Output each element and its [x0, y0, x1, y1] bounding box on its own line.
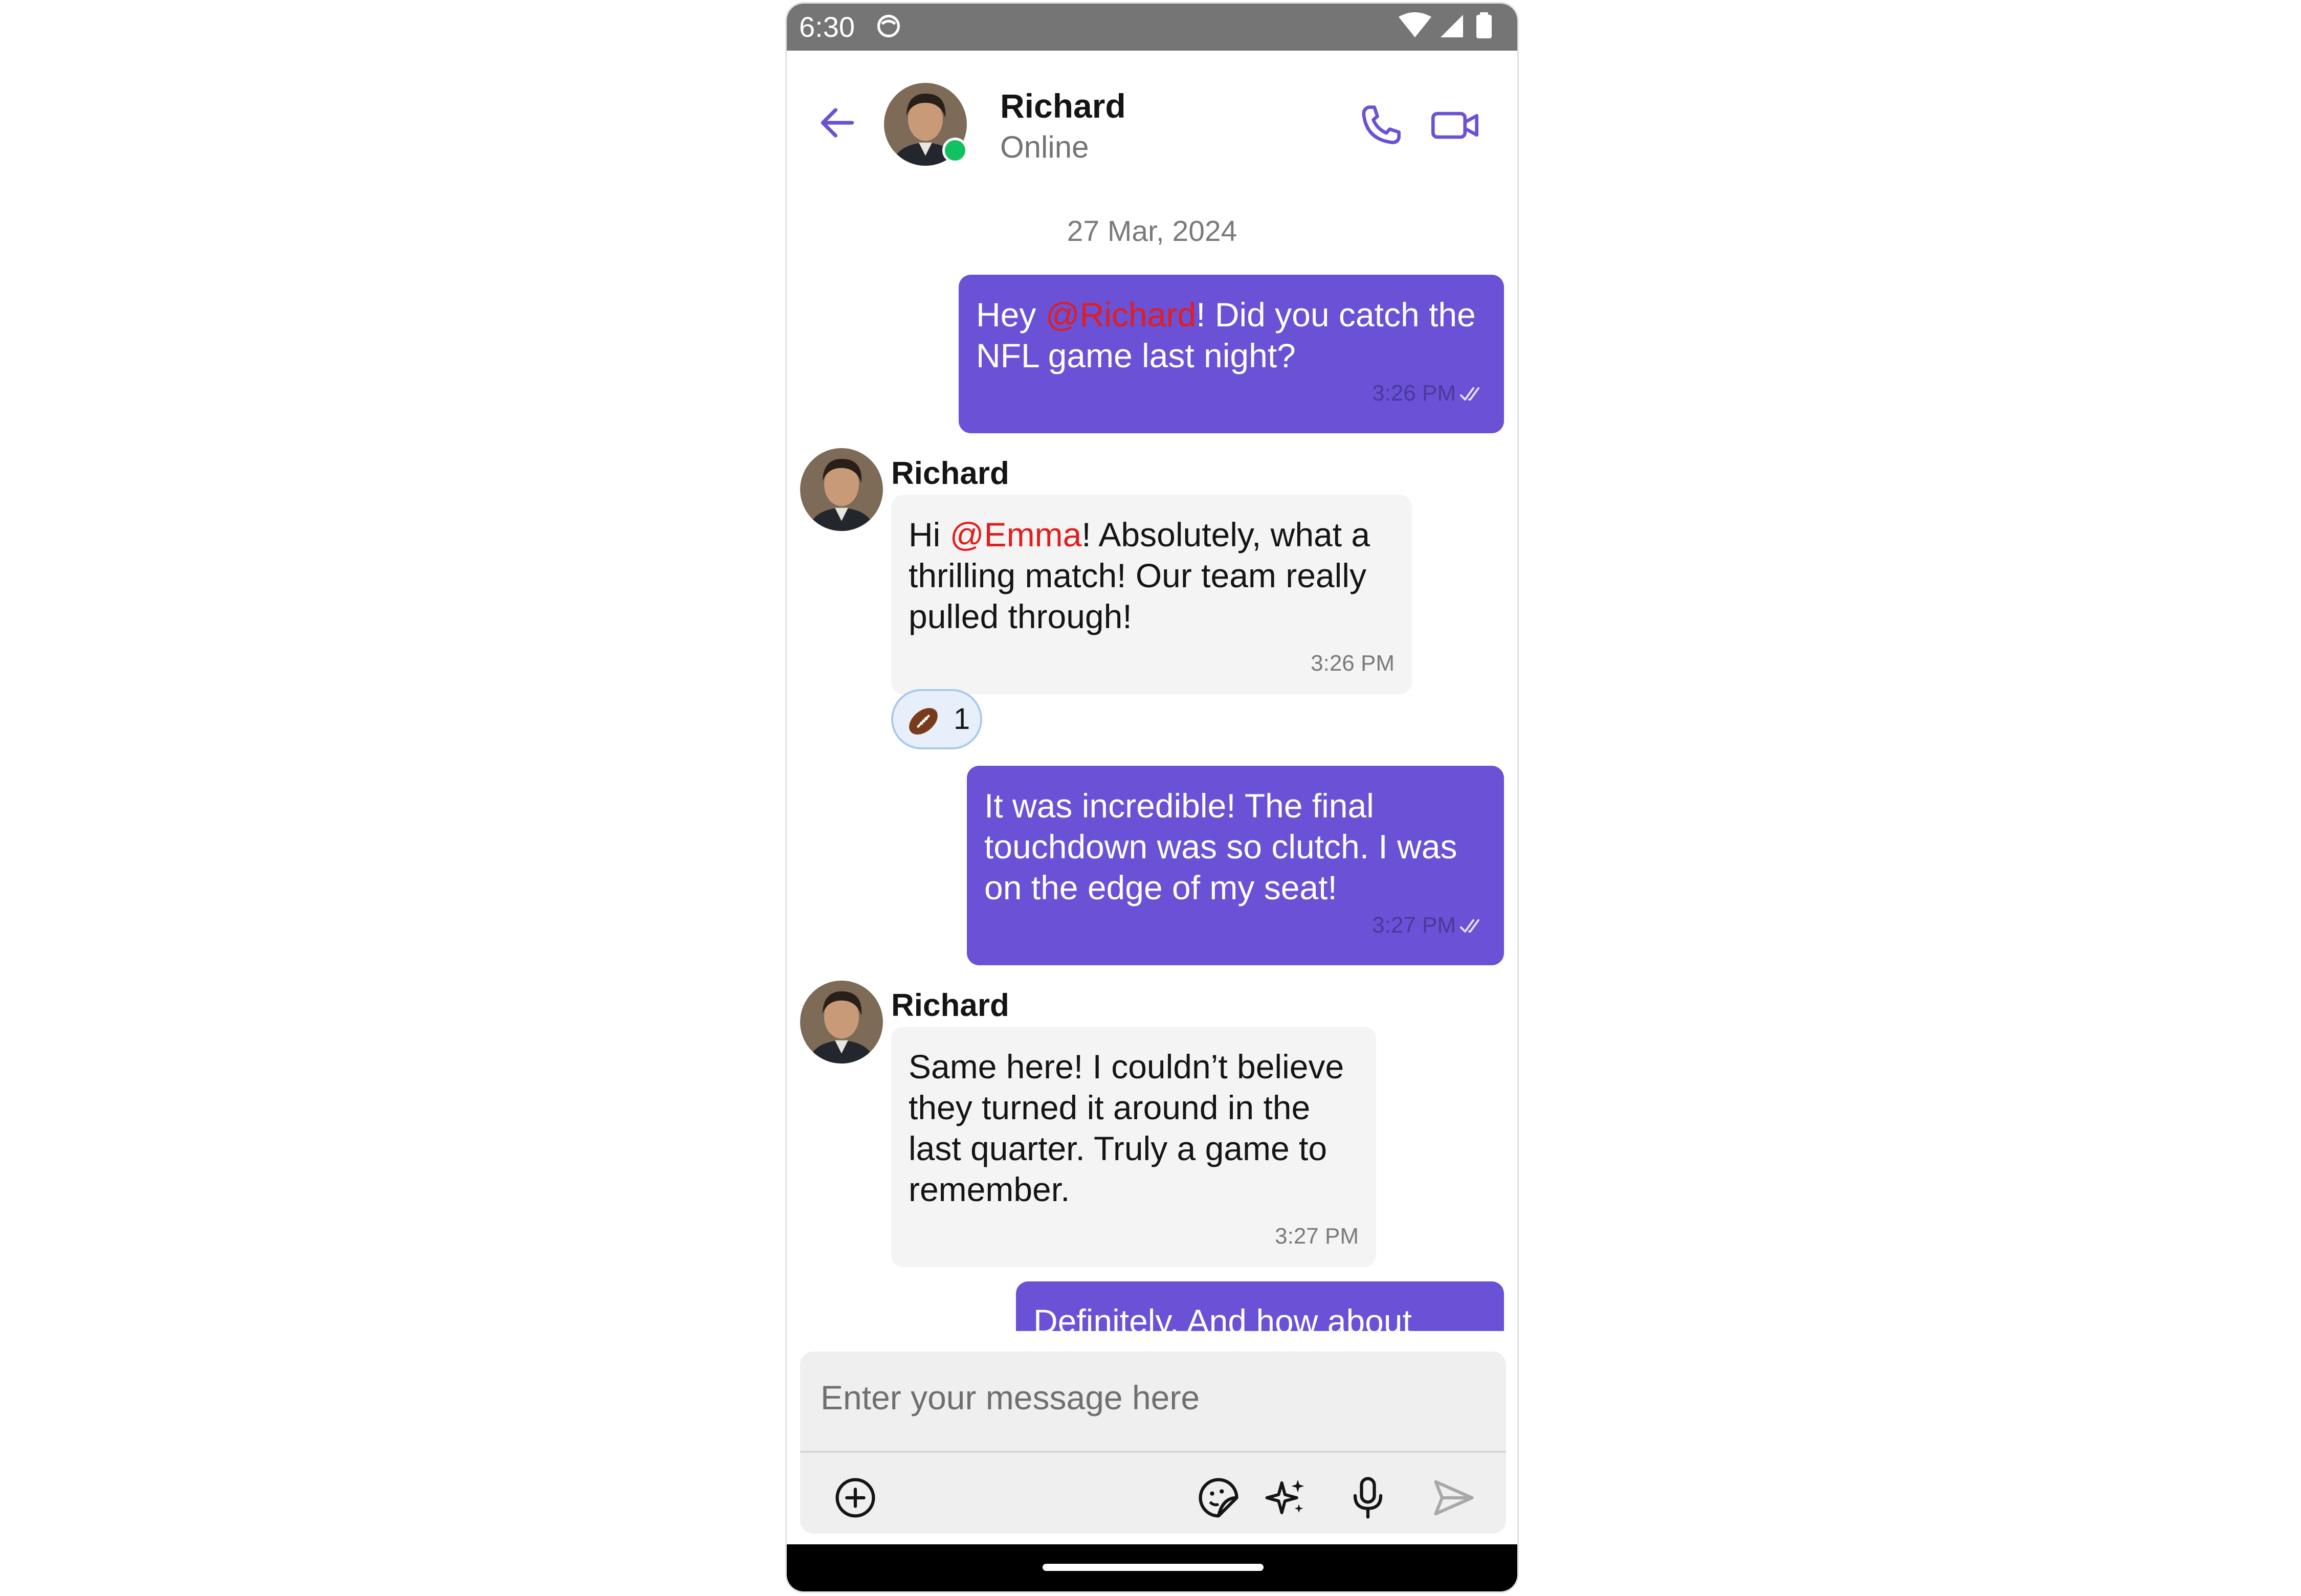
mention-link[interactable]: @Richard: [1046, 296, 1196, 334]
sender-name: Richard: [891, 456, 1009, 491]
american-football-icon: [905, 703, 941, 739]
plus-circle-icon: [835, 1478, 875, 1518]
sender-avatar[interactable]: [800, 981, 883, 1063]
signal-icon: [1441, 15, 1463, 37]
contact-presence: Online: [1000, 130, 1089, 164]
read-receipt-icon: [1460, 386, 1487, 403]
composer-divider: [800, 1451, 1506, 1453]
message-time: 3:27 PM: [1372, 913, 1456, 938]
phone-icon: [1362, 105, 1401, 144]
message-list[interactable]: 27 Mar, 2024 Hey @Richard! Did you catch…: [787, 198, 1517, 1331]
reaction-count: 1: [954, 702, 970, 736]
video-camera-icon: [1431, 112, 1479, 139]
outgoing-message-bubble[interactable]: Hey @Richard! Did you catch the NFL game…: [959, 275, 1504, 433]
sticker-button[interactable]: [1193, 1472, 1244, 1523]
sparkles-icon: [1265, 1479, 1304, 1515]
system-status-icons: [1397, 12, 1504, 40]
mention-link[interactable]: @Emma: [950, 516, 1082, 553]
message-time: 3:27 PM: [1275, 1224, 1359, 1249]
voice-call-button[interactable]: [1356, 100, 1407, 151]
status-bar: 6:30: [787, 4, 1517, 51]
read-receipt-icon: [1460, 918, 1487, 935]
message-composer: Enter your message here: [800, 1351, 1506, 1534]
online-status-indicator: [942, 138, 968, 163]
incoming-message-bubble[interactable]: Same here! I couldn’t believe they turne…: [891, 1027, 1376, 1267]
message-text: Hi @Emma! Absolutely, what a thrilling m…: [909, 516, 1370, 635]
back-button[interactable]: [815, 101, 859, 145]
date-separator: 27 Mar, 2024: [1067, 215, 1237, 248]
reaction-chip[interactable]: 1: [891, 689, 982, 749]
sender-avatar[interactable]: [800, 448, 883, 531]
message-input[interactable]: Enter your message here: [800, 1351, 1506, 1451]
sticker-icon: [1199, 1478, 1238, 1518]
outgoing-message-bubble[interactable]: Definitely. And how about: [1016, 1281, 1504, 1331]
message-text: Definitely. And how about: [1033, 1302, 1412, 1331]
ai-assist-button[interactable]: [1260, 1472, 1312, 1523]
message-meta: 3:26 PM: [976, 379, 1487, 408]
notification-icon: [875, 13, 902, 39]
status-time: 6:30: [799, 11, 855, 43]
wifi-icon: [1399, 12, 1431, 37]
message-text: Hey @Richard! Did you catch the NFL game…: [976, 296, 1476, 374]
battery-icon: [1476, 15, 1492, 38]
arrow-left-icon: [821, 108, 854, 138]
message-time: 3:26 PM: [1311, 651, 1395, 676]
microphone-icon: [1353, 1477, 1383, 1519]
send-icon: [1434, 1480, 1474, 1516]
voice-record-button[interactable]: [1342, 1472, 1393, 1523]
attach-button[interactable]: [830, 1472, 881, 1523]
outgoing-message-bubble[interactable]: It was incredible! The final touchdown w…: [967, 766, 1504, 965]
message-meta: 3:27 PM: [984, 911, 1487, 940]
message-time: 3:26 PM: [1372, 381, 1456, 406]
video-call-button[interactable]: [1427, 100, 1484, 151]
message-text: Same here! I couldn’t believe they turne…: [909, 1048, 1344, 1208]
contact-name: Richard: [1000, 87, 1126, 125]
message-text: It was incredible! The final touchdown w…: [984, 787, 1457, 906]
sender-name: Richard: [891, 988, 1009, 1023]
navigation-bar: [787, 1544, 1517, 1591]
send-button[interactable]: [1428, 1472, 1479, 1523]
phone-frame: 6:30 Richard Online 27 Mar, 2024 Hey @Ri…: [785, 2, 1519, 1593]
home-indicator[interactable]: [1043, 1564, 1264, 1571]
incoming-message-bubble[interactable]: Hi @Emma! Absolutely, what a thrilling m…: [891, 495, 1412, 694]
